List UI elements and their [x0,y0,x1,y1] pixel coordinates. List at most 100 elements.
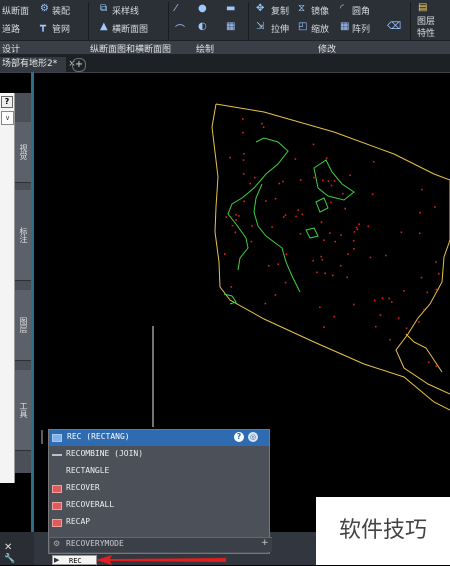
survey-point [385,254,387,257]
circle-icon[interactable]: ● [198,3,207,14]
survey-point [242,118,244,120]
help-icon[interactable]: ? [234,432,244,442]
scale-button[interactable]: 缩放 [311,22,329,35]
section-view-button[interactable]: 横断面图 [112,22,148,35]
autocomplete-item[interactable]: RECOMBINE (JOIN) [66,449,143,458]
alignment-button[interactable]: 道路 [2,22,20,35]
rectangle-icon[interactable]: ▬ [226,3,235,14]
help-icon[interactable]: ? [1,96,13,108]
survey-point [234,231,237,234]
fillet-icon: ◜ [340,3,344,14]
sample-line-icon: ⧉ [100,3,108,14]
survey-point [344,207,346,210]
site-boundary-left [211,103,450,411]
survey-point [274,294,277,296]
survey-point [235,219,237,221]
autocomplete-item[interactable]: RECOVERALL [66,500,114,509]
survey-point [242,159,245,161]
side-tab-layer[interactable]: 图层 [15,290,31,361]
autocomplete-item[interactable]: RECOVER [66,483,100,492]
chevron-down-icon[interactable]: ∨ [1,111,14,125]
survey-point [353,303,355,306]
wrench-icon[interactable]: 🔧 [4,554,15,564]
survey-point [251,225,253,227]
system-variable-hint[interactable]: ⚙ RECOVERYMODE + [50,537,272,552]
profile-view-button[interactable]: 纵断面 [2,4,29,17]
pipe-icon: ┳ [40,21,47,32]
survey-point [330,201,332,204]
survey-point [333,180,336,182]
survey-point [316,271,318,274]
contour-line [227,137,289,271]
side-tab-tools[interactable]: 工具 [15,370,31,451]
survey-point [397,317,400,319]
sample-line-button[interactable]: 采样线 [112,4,139,17]
survey-point [333,315,336,318]
close-icon[interactable]: ✕ [4,542,12,553]
survey-point [371,193,374,195]
survey-point [268,265,270,267]
copy-button[interactable]: 复制 [271,4,289,17]
survey-point [320,221,323,223]
rectangle-icon [52,434,62,442]
survey-point [340,234,342,236]
survey-point [438,272,440,275]
move-icon: ✥ [256,3,265,14]
survey-point [320,255,322,258]
survey-point [421,188,423,191]
expand-icon[interactable]: + [261,538,269,548]
survey-point [329,232,331,234]
survey-point [426,291,429,294]
survey-point [405,327,408,330]
pipe-button[interactable]: 管网 [52,22,70,35]
stretch-icon: ⇲ [256,21,265,32]
survey-point [372,160,375,163]
survey-point [299,179,302,181]
survey-point [284,214,287,216]
survey-point [423,308,425,311]
survey-point [347,253,349,255]
contour-loop [315,197,329,213]
survey-point [242,131,244,134]
survey-point [325,157,328,159]
document-tab[interactable]: 场部有地形2* [0,57,66,72]
survey-point [274,197,277,200]
survey-point [353,231,356,233]
survey-point [295,215,297,218]
survey-point [231,224,234,227]
assembly-button[interactable]: 装配 [52,4,70,17]
new-tab-button[interactable]: + [72,58,86,72]
survey-point [225,216,228,218]
survey-point [261,122,263,125]
ellipse-icon[interactable]: ◐ [198,21,207,32]
survey-point [331,274,334,277]
fillet-button[interactable]: 圆角 [352,4,370,17]
array-button[interactable]: 阵列 [352,22,370,35]
stretch-button[interactable]: 拉伸 [271,22,289,35]
contour-loop [313,159,355,201]
autocomplete-item[interactable]: RECAP [66,517,90,526]
autocomplete-title: REC (RECTANG) [67,432,130,441]
survey-point [284,281,287,284]
survey-point [346,276,348,279]
side-tab-dimension[interactable]: 标注 [15,190,31,281]
survey-point [403,290,405,292]
autocomplete-selected-item[interactable]: REC (RECTANG) ? ◎ [49,430,269,446]
survey-point [243,153,245,155]
autocomplete-item[interactable]: RECTANGLE [66,466,109,475]
globe-icon[interactable]: ◎ [248,432,258,442]
survey-point [349,174,351,177]
survey-point [299,233,302,235]
contour-line [223,293,237,305]
polyline-icon[interactable]: ⌒ [175,21,185,36]
mirror-button[interactable]: 镜像 [311,4,329,17]
survey-point [389,338,391,341]
survey-point [323,326,325,328]
survey-point [342,192,344,195]
side-tab-visual[interactable]: 视觉 [15,122,31,183]
hatch-icon[interactable]: ▦ [226,21,235,32]
line-icon[interactable]: ⁄ [175,3,177,14]
survey-point [324,272,326,275]
erase-icon[interactable]: ⌫ [387,21,401,32]
survey-point [230,286,233,288]
